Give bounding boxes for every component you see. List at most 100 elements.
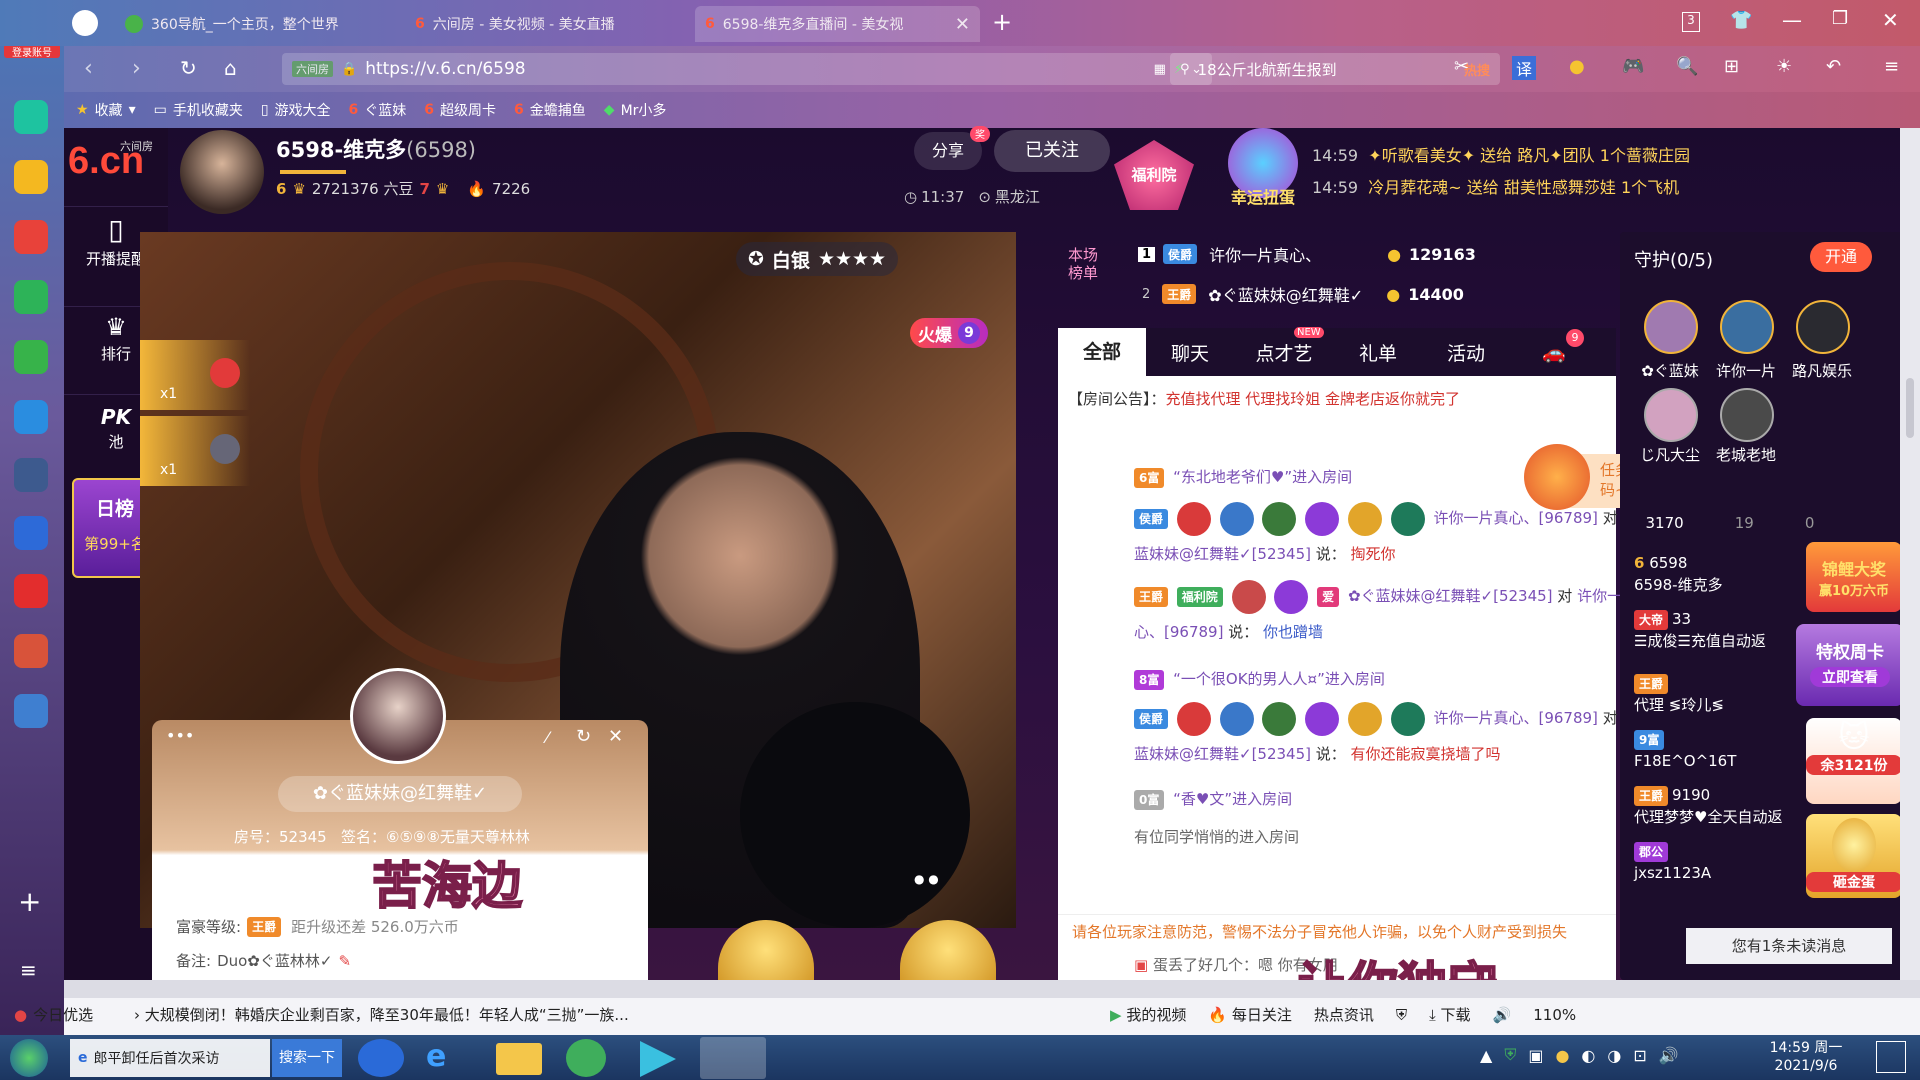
shirt-icon[interactable]: 👕: [1730, 10, 1752, 31]
close-icon[interactable]: ✕: [608, 726, 623, 747]
page-scrollbar[interactable]: [1900, 128, 1920, 980]
start-button[interactable]: [10, 1039, 48, 1077]
favorite-star-icon[interactable]: [14, 160, 48, 194]
rank-row[interactable]: 1 侯爵 许你一片真心、 ● 129163: [1138, 242, 1476, 266]
audience-item[interactable]: 6 6598 6598-维克多: [1634, 552, 1824, 596]
sun-icon[interactable]: ☀: [1776, 56, 1792, 77]
bookmark-mrxiaoduo[interactable]: ◆ Mr小多: [604, 100, 667, 120]
guard-avatar[interactable]: [1720, 300, 1774, 354]
scissors-icon[interactable]: ✂: [1454, 56, 1469, 77]
game-avatar-icon[interactable]: [14, 634, 48, 668]
maximize-icon[interactable]: ❐: [1832, 8, 1848, 29]
search-button[interactable]: 搜索一下: [272, 1039, 342, 1077]
audience-item[interactable]: 9富 F18E^O^16T: [1634, 728, 1834, 772]
audience-tab[interactable]: 19: [1735, 514, 1754, 532]
user-avatar[interactable]: [350, 668, 446, 764]
audience-tab[interactable]: 3170: [1646, 514, 1684, 532]
news-ticker[interactable]: › 大规模倒闭！韩婚庆企业剩百家，降至30年最低！年轻人成“三抛”一族...: [134, 1004, 754, 1025]
tab-chat[interactable]: 聊天: [1146, 339, 1234, 366]
close-window-icon[interactable]: ✕: [1882, 8, 1899, 32]
mail-icon[interactable]: [14, 280, 48, 314]
audience-tab[interactable]: 0: [1805, 514, 1815, 532]
guard-avatar[interactable]: [1720, 388, 1774, 442]
bookmark-mobile[interactable]: ▭ 手机收藏夹: [154, 100, 243, 120]
folder-icon[interactable]: [496, 1043, 542, 1075]
volume-icon[interactable]: 🔊: [1659, 1046, 1679, 1065]
tab-360nav[interactable]: 360导航_一个主页，整个世界: [115, 6, 400, 42]
scrollbar-thumb[interactable]: [1906, 378, 1914, 438]
horizontal-scrollbar[interactable]: [64, 980, 1920, 998]
bookmark-lanmei[interactable]: 6 ぐ蓝妹: [349, 100, 407, 120]
edit-icon[interactable]: ⁄: [546, 728, 549, 747]
tray-up-icon[interactable]: ▲: [1480, 1046, 1492, 1065]
tray-app-icon[interactable]: ●: [1555, 1046, 1569, 1065]
more-icon[interactable]: •••: [166, 726, 194, 745]
player-icon[interactable]: [640, 1041, 676, 1077]
tab-talent[interactable]: 点才艺 NEW: [1234, 326, 1334, 366]
tray-app-icon[interactable]: ◑: [1607, 1046, 1621, 1065]
promo-golden-egg[interactable]: 砸金蛋: [1806, 814, 1902, 898]
gamepad-icon[interactable]: 🎮: [1622, 56, 1644, 77]
notification-icon[interactable]: [1876, 1041, 1906, 1073]
welfare-button[interactable]: 福利院: [1114, 140, 1194, 210]
tab-6cn-home[interactable]: 6 六间房 - 美女视频 - 美女直播: [405, 6, 690, 42]
k-app-icon[interactable]: [358, 1039, 404, 1077]
audience-item[interactable]: 郡公 jxsz1123A: [1634, 840, 1834, 884]
follow-button[interactable]: 已关注: [994, 130, 1110, 172]
tab-count[interactable]: 3: [1682, 12, 1700, 32]
address-bar[interactable]: 六间房 🔒 https://v.6.cn/6598 ▦ ⚡ ⌄: [282, 53, 1212, 85]
hot-news-link[interactable]: 热点资讯: [1314, 1004, 1374, 1025]
volume-icon[interactable]: 🔊: [1493, 1006, 1512, 1024]
taskbar-search[interactable]: e 郎平卸任后首次采访: [70, 1039, 270, 1077]
edit-note-icon[interactable]: ✎: [338, 952, 351, 970]
grid-icon[interactable]: ⊞: [1724, 56, 1739, 77]
promo-lucky-cat[interactable]: 🐱 余3121份: [1806, 718, 1902, 804]
security-icon[interactable]: ⛨: [1504, 1045, 1516, 1065]
new-tab-button[interactable]: +: [992, 8, 1012, 36]
running-app-icon[interactable]: [700, 1037, 766, 1079]
download-link[interactable]: ⤓ 下载: [1429, 1004, 1470, 1025]
undo-icon[interactable]: ↶: [1826, 56, 1841, 77]
xiaohongshu-icon[interactable]: [14, 574, 48, 608]
translate-button[interactable]: 译: [1512, 56, 1537, 80]
bookmark-fishing[interactable]: 6 金蟾捕鱼: [514, 100, 586, 120]
loop-icon[interactable]: [14, 340, 48, 374]
refresh-icon[interactable]: ↻: [576, 726, 591, 747]
home-icon[interactable]: ⌂: [224, 56, 237, 80]
url-text[interactable]: https://v.6.cn/6598: [365, 59, 525, 79]
menu-icon[interactable]: ≡: [1884, 56, 1899, 77]
tab-activity[interactable]: 活动: [1422, 339, 1510, 366]
shield-icon[interactable]: ⛨: [1396, 1006, 1407, 1024]
clock[interactable]: 14:59 周一 2021/9/6: [1756, 1039, 1856, 1075]
minimize-icon[interactable]: —: [1782, 8, 1802, 32]
search-input[interactable]: 18公斤北航新生报到: [1198, 59, 1337, 80]
magnifier-icon[interactable]: 🔍: [1676, 56, 1698, 77]
rank-row[interactable]: 2 王爵 ✿ぐ蓝妹妹@红舞鞋✓ ● 14400: [1138, 282, 1464, 306]
p-app-icon[interactable]: [14, 400, 48, 434]
tab-car[interactable]: 🚗 9: [1510, 328, 1598, 364]
network-icon[interactable]: ⊡: [1633, 1046, 1646, 1065]
search-box[interactable]: ⚲ 18公斤北航新生报到 热搜: [1170, 53, 1500, 85]
zoom-level[interactable]: 110%: [1533, 1006, 1576, 1024]
tab-all[interactable]: 全部: [1058, 328, 1146, 376]
ie-taskbar-icon[interactable]: e: [426, 1039, 472, 1077]
coin-icon[interactable]: ●: [1569, 56, 1585, 77]
weibo-icon[interactable]: [14, 220, 48, 254]
close-tab-icon[interactable]: ✕: [955, 14, 970, 35]
guard-avatar[interactable]: [1644, 388, 1698, 442]
audience-item[interactable]: 王爵 9190 代理梦梦♥全天自动返: [1634, 784, 1834, 828]
tray-app-icon[interactable]: ◐: [1581, 1046, 1595, 1065]
site-logo[interactable]: 6.cn 六间房: [64, 138, 168, 184]
streamer-avatar[interactable]: [180, 130, 264, 214]
tab-6598-room[interactable]: 6 6598-维克多直播间 - 美女视 ✕: [695, 6, 980, 42]
guard-avatar[interactable]: [1644, 300, 1698, 354]
today-pick[interactable]: ● 今日优选: [14, 1004, 93, 1025]
word-icon[interactable]: [14, 516, 48, 550]
add-icon[interactable]: +: [18, 888, 41, 916]
promo-weekcard[interactable]: 特权周卡 立即查看: [1796, 624, 1904, 706]
promo-koi[interactable]: 锦鲤大奖 赢10万六币: [1806, 542, 1902, 612]
daily-focus-link[interactable]: 🔥 每日关注: [1208, 1004, 1291, 1025]
menu-list-icon[interactable]: ≡: [20, 958, 37, 982]
nav-arrow-icon[interactable]: [72, 10, 98, 36]
sidebar-app-icon[interactable]: [14, 100, 48, 134]
